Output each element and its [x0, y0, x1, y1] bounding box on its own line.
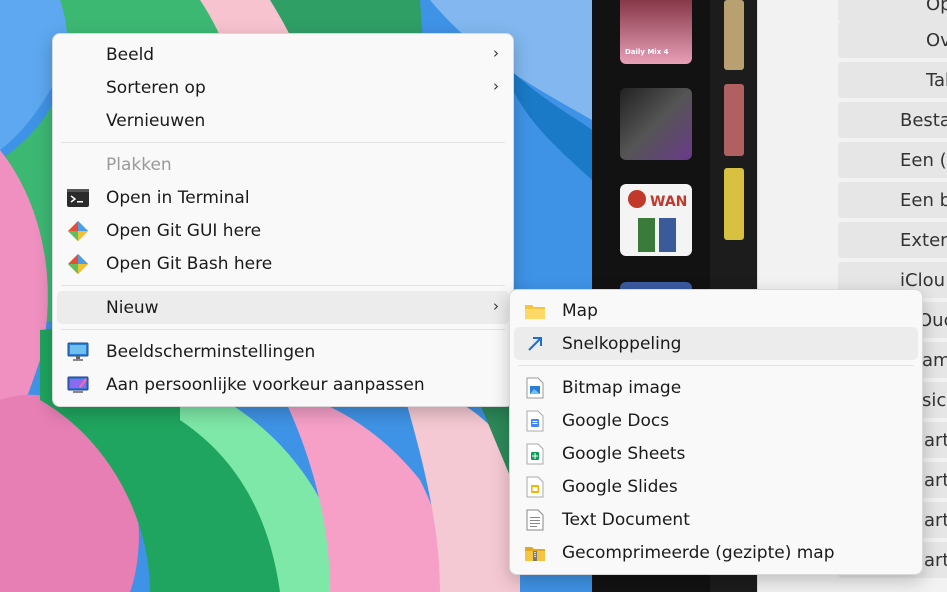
google-slides-icon [524, 476, 546, 498]
terminal-icon [67, 187, 89, 209]
submenu-item-map[interactable]: Map [514, 294, 918, 327]
submenu-item-label: Map [562, 300, 598, 321]
settings-row[interactable]: Besta [838, 102, 947, 138]
menu-separator [518, 365, 914, 366]
menu-item-sorteren-op[interactable]: Sorteren op › [57, 71, 509, 104]
menu-item-plakken: Plakken [57, 148, 509, 181]
wan-logo-icon [628, 190, 646, 208]
submenu-item-label: Google Slides [562, 476, 678, 497]
chevron-right-icon: › [493, 297, 499, 315]
submenu-item-snelkoppeling[interactable]: Snelkoppeling [514, 327, 918, 360]
menu-item-nieuw[interactable]: Nieuw › [57, 291, 509, 324]
folder-icon [524, 300, 546, 322]
chevron-right-icon: › [493, 44, 499, 62]
menu-item-vernieuwen[interactable]: Vernieuwen [57, 104, 509, 137]
submenu-item-bitmap[interactable]: Bitmap image [514, 371, 918, 404]
submenu-item-text-document[interactable]: Text Document [514, 503, 918, 536]
menu-item-label: Beeldscherminstellingen [106, 341, 316, 362]
submenu-item-label: Google Sheets [562, 443, 686, 464]
menu-item-beeld[interactable]: Beeld › [57, 38, 509, 71]
album-thumbnail[interactable] [620, 88, 692, 160]
display-icon [67, 341, 89, 363]
chevron-right-icon: › [493, 77, 499, 95]
submenu-item-label: Snelkoppeling [562, 333, 682, 354]
submenu-item-label: Bitmap image [562, 377, 682, 398]
podcast-thumbnail[interactable]: WAN [620, 184, 692, 256]
submenu-item-google-docs[interactable]: Google Docs [514, 404, 918, 437]
characters-illustration [638, 218, 676, 252]
menu-item-beeldscherminstellingen[interactable]: Beeldscherminstellingen [57, 335, 509, 368]
submenu-item-google-sheets[interactable]: Google Sheets [514, 437, 918, 470]
settings-row[interactable]: Een ( [838, 142, 947, 178]
personalize-icon [67, 374, 89, 396]
settings-row[interactable]: Tak [838, 62, 947, 98]
menu-separator [61, 142, 505, 143]
google-sheets-icon [524, 443, 546, 465]
menu-item-open-git-gui[interactable]: Open Git GUI here [57, 214, 509, 247]
submenu-item-google-slides[interactable]: Google Slides [514, 470, 918, 503]
menu-item-label: Aan persoonlijke voorkeur aanpassen [106, 374, 425, 395]
menu-item-open-in-terminal[interactable]: Open in Terminal [57, 181, 509, 214]
bitmap-icon [524, 377, 546, 399]
submenu-item-label: Text Document [562, 509, 690, 530]
menu-item-label: Nieuw [106, 297, 159, 318]
menu-item-label: Vernieuwen [106, 110, 206, 131]
wan-show-label: WAN [650, 194, 688, 210]
new-submenu: Map Snelkoppeling Bitmap image Google Do… [509, 289, 923, 575]
text-document-icon [524, 509, 546, 531]
menu-item-label: Plakken [106, 154, 172, 175]
settings-row[interactable]: Exten [838, 222, 947, 258]
menu-separator [61, 329, 505, 330]
submenu-item-label: Gecomprimeerde (gezipte) map [562, 542, 835, 563]
thumbnail-caption: Daily Mix 4 [625, 48, 669, 56]
menu-item-label: Open in Terminal [106, 187, 250, 208]
menu-separator [61, 285, 505, 286]
desktop-context-menu: Beeld › Sorteren op › Vernieuwen Plakken… [52, 33, 514, 407]
settings-row[interactable]: Ov [838, 22, 947, 58]
settings-row[interactable]: Een b [838, 182, 947, 218]
menu-item-label: Open Git Bash here [106, 253, 273, 274]
settings-row[interactable]: Op [838, 0, 947, 22]
menu-item-label: Sorteren op [106, 77, 206, 98]
menu-item-label: Beeld [106, 44, 155, 65]
menu-item-label: Open Git GUI here [106, 220, 262, 241]
shortcut-arrow-icon [524, 333, 546, 355]
git-icon [67, 220, 89, 242]
daily-mix-thumbnail[interactable]: Daily Mix 4 [620, 0, 692, 64]
google-docs-icon [524, 410, 546, 432]
submenu-item-label: Google Docs [562, 410, 670, 431]
zip-folder-icon [524, 542, 546, 564]
submenu-item-zip-folder[interactable]: Gecomprimeerde (gezipte) map [514, 536, 918, 569]
menu-item-open-git-bash[interactable]: Open Git Bash here [57, 247, 509, 280]
git-icon [67, 253, 89, 275]
menu-item-personaliseren[interactable]: Aan persoonlijke voorkeur aanpassen [57, 368, 509, 401]
